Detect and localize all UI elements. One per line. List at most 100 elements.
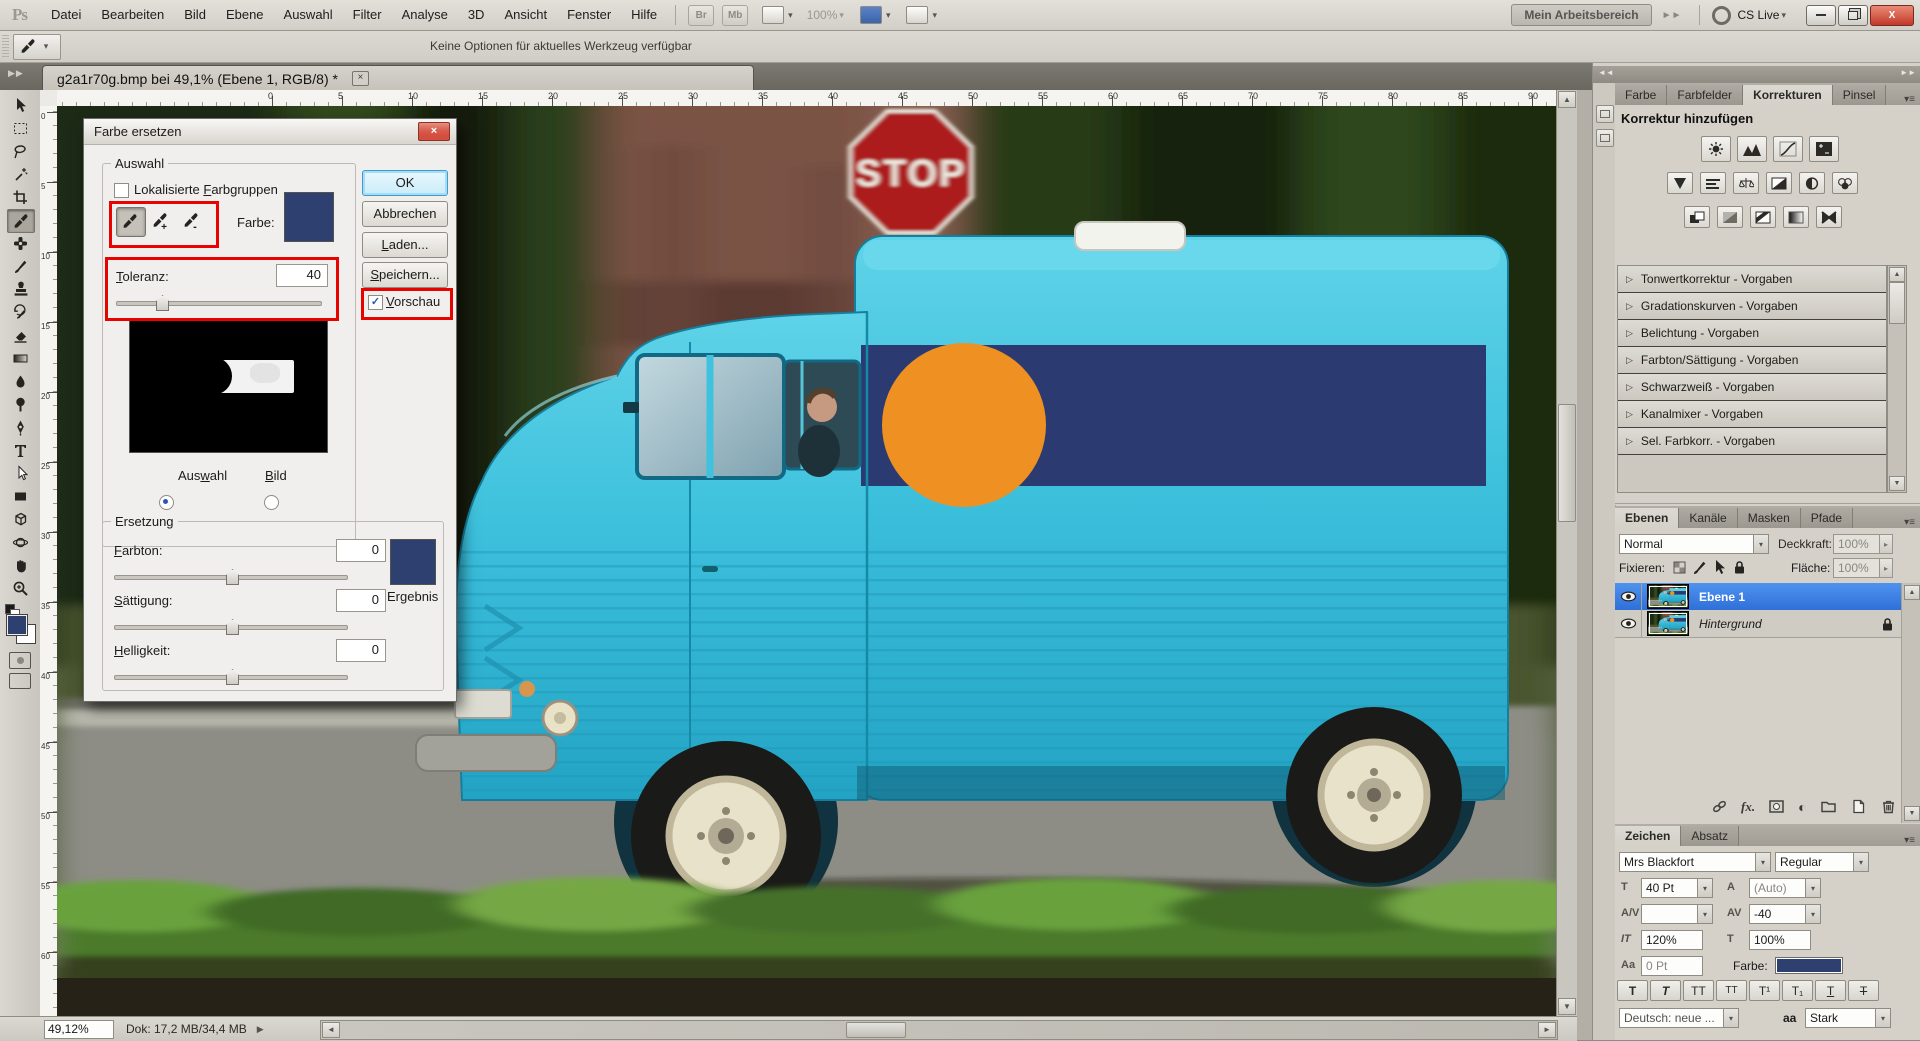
eraser-tool[interactable] xyxy=(7,324,33,346)
workspace-overflow-chevrons[interactable]: ►► xyxy=(1662,10,1682,21)
scroll-left-icon[interactable]: ◄ xyxy=(322,1022,340,1038)
close-tab-icon[interactable]: × xyxy=(352,71,369,86)
mini-bridge-button[interactable]: Mb xyxy=(722,5,748,26)
leading-icon[interactable]: A xyxy=(1727,881,1735,893)
ergebnis-swatch[interactable] xyxy=(390,539,436,585)
color-balance-icon[interactable] xyxy=(1733,172,1759,194)
chevron-down-icon[interactable]: ▾ xyxy=(886,10,891,21)
farbe-ersetzen-dialog[interactable]: Farbe ersetzen × Auswahl Lokalisierte Fa… xyxy=(83,118,457,702)
panel-menu-icon[interactable]: ▾≡ xyxy=(1898,94,1920,105)
dialog-title-bar[interactable]: Farbe ersetzen × xyxy=(84,119,456,145)
invert-icon[interactable] xyxy=(1684,206,1710,228)
font-size-field[interactable]: 40 Pt▾ xyxy=(1641,878,1713,898)
tab-masken[interactable]: Masken xyxy=(1738,508,1801,528)
vibrance-icon[interactable] xyxy=(1667,172,1693,194)
preset-row[interactable]: ▷ Schwarzweiß - Vorgaben xyxy=(1618,374,1886,401)
threshold-icon[interactable] xyxy=(1750,206,1776,228)
curves-icon[interactable] xyxy=(1773,136,1803,162)
tab-absatz[interactable]: Absatz xyxy=(1681,826,1739,846)
farbton-slider[interactable] xyxy=(114,569,348,583)
zoom-tool[interactable] xyxy=(7,577,33,599)
panel-menu-icon[interactable]: ▾≡ xyxy=(1898,517,1920,528)
levels-icon[interactable] xyxy=(1737,136,1767,162)
expand-arrow-icon[interactable]: ▷ xyxy=(1626,328,1633,339)
zoom-level[interactable]: 100% xyxy=(807,8,838,22)
tab-farbfelder[interactable]: Farbfelder xyxy=(1667,85,1743,105)
scroll-right-icon[interactable]: ► xyxy=(1538,1022,1556,1038)
vertical-scale-icon[interactable]: IT xyxy=(1621,933,1631,945)
menu-item[interactable]: Fenster xyxy=(557,0,621,30)
preset-row[interactable]: ▷ Farbton/Sättigung - Vorgaben xyxy=(1618,347,1886,374)
delete-layer-icon[interactable] xyxy=(1880,798,1897,815)
language-select[interactable]: Deutsch: neue ...▾ xyxy=(1619,1008,1739,1028)
helligkeit-slider[interactable] xyxy=(114,669,348,683)
underline-button[interactable]: T xyxy=(1815,980,1846,1001)
history-brush-tool[interactable] xyxy=(7,301,33,323)
scroll-down-icon[interactable]: ▼ xyxy=(1558,998,1576,1015)
marquee-tool[interactable] xyxy=(7,117,33,139)
blend-mode-select[interactable]: Normal ▾ xyxy=(1619,534,1769,554)
opacity-field[interactable]: 100% ▸ xyxy=(1833,534,1893,554)
lasso-tool[interactable] xyxy=(7,140,33,162)
document-tab[interactable]: g2a1r70g.bmp bei 49,1% (Ebene 1, RGB/8) … xyxy=(42,65,754,91)
photo-filter-icon[interactable] xyxy=(1799,172,1825,194)
panel-menu-icon[interactable]: ▾≡ xyxy=(1898,835,1920,846)
strikethrough-button[interactable]: T xyxy=(1848,980,1879,1001)
tab-pinsel[interactable]: Pinsel xyxy=(1833,85,1887,105)
kerning-icon[interactable]: A/V xyxy=(1621,907,1639,919)
scroll-thumb[interactable] xyxy=(1889,282,1905,324)
eyedropper-tool[interactable] xyxy=(7,209,35,233)
docked-panel-icon[interactable] xyxy=(1596,105,1614,123)
font-size-icon[interactable]: T xyxy=(1621,881,1628,893)
spin-icon[interactable]: ▸ xyxy=(1879,559,1892,577)
vertical-scroll-thumb[interactable] xyxy=(1558,404,1576,522)
scroll-down-icon[interactable]: ▼ xyxy=(1904,806,1920,821)
preset-row[interactable]: ▷ Sel. Farbkorr. - Vorgaben xyxy=(1618,428,1886,455)
expand-arrow-icon[interactable]: ▷ xyxy=(1626,382,1633,393)
menu-item[interactable]: Analyse xyxy=(392,0,458,30)
link-layers-icon[interactable] xyxy=(1711,798,1728,815)
layer-style-icon[interactable]: fx. xyxy=(1741,799,1755,815)
collapse-right-icon[interactable]: ►► xyxy=(1900,68,1916,77)
saettigung-slider[interactable] xyxy=(114,619,348,633)
baseline-shift-icon[interactable]: Aa xyxy=(1621,959,1635,971)
speichern-button[interactable]: Speichern... xyxy=(362,262,448,288)
expand-arrow-icon[interactable]: ▷ xyxy=(1626,436,1633,447)
lock-position-icon[interactable] xyxy=(1711,559,1727,578)
quick-selection-tool[interactable] xyxy=(7,163,33,185)
preset-row[interactable]: ▷ Gradationskurven - Vorgaben xyxy=(1618,293,1886,320)
scroll-up-icon[interactable]: ▲ xyxy=(1889,267,1905,282)
brush-tool[interactable] xyxy=(7,255,33,277)
docked-panel-icon[interactable] xyxy=(1596,129,1614,147)
posterize-icon[interactable] xyxy=(1717,206,1743,228)
scroll-up-icon[interactable]: ▲ xyxy=(1904,585,1920,600)
expand-arrow-icon[interactable]: ▷ xyxy=(1626,409,1633,420)
brightness-contrast-icon[interactable] xyxy=(1701,136,1731,162)
layer-name[interactable]: Hintergrund xyxy=(1699,617,1762,631)
slider-thumb[interactable] xyxy=(226,669,239,685)
hand-tool[interactable] xyxy=(7,554,33,576)
menu-item[interactable]: Filter xyxy=(343,0,392,30)
foreground-color-swatch[interactable] xyxy=(6,614,28,636)
menu-item[interactable]: Bearbeiten xyxy=(91,0,174,30)
tab-ebenen[interactable]: Ebenen xyxy=(1615,508,1679,528)
anti-alias-icon[interactable]: aa xyxy=(1783,1011,1796,1025)
arrange-documents-icon[interactable] xyxy=(860,6,882,24)
menu-item[interactable]: Hilfe xyxy=(621,0,667,30)
leading-field[interactable]: (Auto)▾ xyxy=(1749,878,1821,898)
channel-mixer-icon[interactable] xyxy=(1832,172,1858,194)
layer-thumbnail[interactable] xyxy=(1647,611,1689,636)
restore-button[interactable] xyxy=(1838,5,1868,26)
laden-button[interactable]: Laden... xyxy=(362,232,448,258)
lock-pixels-icon[interactable] xyxy=(1691,559,1707,578)
preset-row[interactable]: ▷ Belichtung - Vorgaben xyxy=(1618,320,1886,347)
font-style-select[interactable]: Regular▾ xyxy=(1775,852,1869,872)
tracking-icon[interactable]: AV xyxy=(1727,907,1741,919)
current-tool-button[interactable]: ▾ xyxy=(13,34,61,60)
helligkeit-value[interactable]: 0 xyxy=(336,639,386,662)
faux-bold-button[interactable]: T xyxy=(1617,980,1648,1001)
tools-collapse-chevrons[interactable]: ▶▶ xyxy=(8,68,24,79)
close-button[interactable]: X xyxy=(1870,5,1914,26)
black-white-icon[interactable] xyxy=(1766,172,1792,194)
pen-tool[interactable] xyxy=(7,416,33,438)
